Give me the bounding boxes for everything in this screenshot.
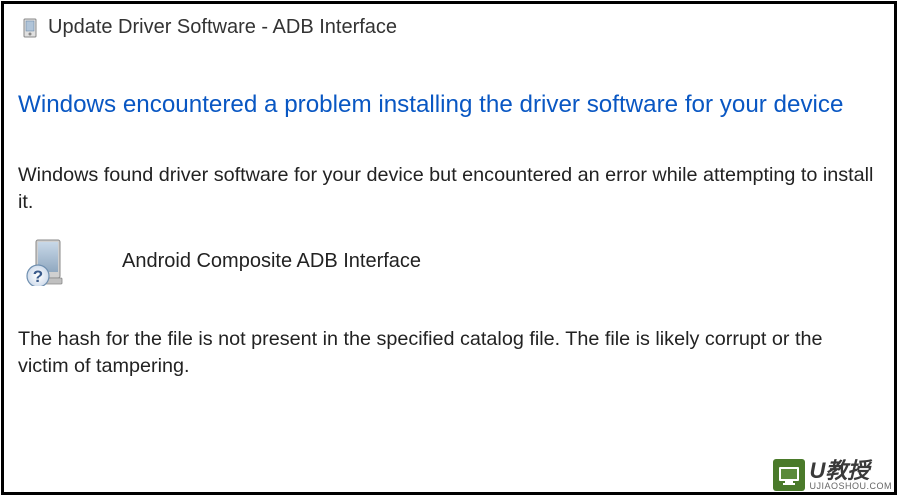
watermark-domain: UJIAOSHOU.COM	[809, 482, 892, 491]
dialog-sub-message: Windows found driver software for your d…	[4, 120, 894, 215]
dialog-title-bar: Update Driver Software - ADB Interface	[4, 4, 894, 51]
watermark-text: U教授 UJIAOSHOU.COM	[809, 460, 892, 491]
device-unknown-icon: ?	[24, 238, 72, 286]
watermark-brand: U教授	[809, 460, 892, 482]
device-info-row: ? Android Composite ADB Interface	[4, 216, 894, 286]
device-name-label: Android Composite ADB Interface	[122, 250, 421, 273]
svg-text:?: ?	[33, 267, 43, 286]
driver-update-dialog: Update Driver Software - ADB Interface W…	[1, 1, 897, 495]
dialog-heading: Windows encountered a problem installing…	[4, 51, 894, 120]
device-small-icon	[22, 18, 38, 38]
watermark-badge-icon	[773, 459, 805, 491]
error-detail-text: The hash for the file is not present in …	[4, 286, 894, 379]
watermark: U教授 UJIAOSHOU.COM	[773, 459, 892, 491]
dialog-title: Update Driver Software - ADB Interface	[48, 16, 397, 39]
